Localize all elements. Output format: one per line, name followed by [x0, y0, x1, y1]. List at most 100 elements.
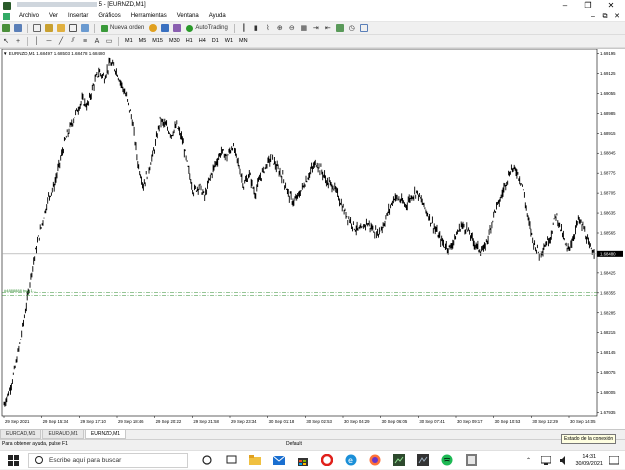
status-bar: Para obtener ayuda, pulse F1 Default: [0, 439, 625, 449]
menu-graficos[interactable]: Gráficos: [93, 11, 125, 22]
metatrader-alt-icon[interactable]: [416, 453, 430, 467]
period-m15[interactable]: M15: [149, 38, 166, 44]
firefox-icon[interactable]: [368, 453, 382, 467]
metaeditor-icon[interactable]: [148, 23, 158, 33]
market-watch-icon[interactable]: [32, 23, 42, 33]
y-tick-label: 1.68565: [600, 231, 616, 236]
x-tick-label: 29 Sep 23:34: [231, 419, 257, 424]
zoom-in-icon[interactable]: ⊕: [275, 23, 285, 33]
menu-insertar[interactable]: Insertar: [63, 11, 93, 22]
y-tick-label: 1.68985: [600, 111, 616, 116]
network-icon[interactable]: [539, 454, 553, 468]
x-tick-label: 30 Sep 01:18: [269, 419, 295, 424]
metatrader-icon[interactable]: [392, 453, 406, 467]
menu-archivo[interactable]: Archivo: [14, 11, 44, 22]
chart-shift-icon[interactable]: ⇤: [323, 23, 333, 33]
periods-icon[interactable]: ◷: [347, 23, 357, 33]
taskbar-search-box[interactable]: Escribe aquí para buscar: [28, 452, 188, 468]
vertical-line-icon[interactable]: │: [32, 36, 42, 46]
x-tick-label: 29 Sep 15:34: [43, 419, 69, 424]
autoscroll-icon[interactable]: ⇥: [311, 23, 321, 33]
trendline-icon[interactable]: ╱: [56, 36, 66, 46]
period-h1[interactable]: H1: [183, 38, 196, 44]
tab-eurnzd[interactable]: EURNZD,M1: [84, 430, 127, 439]
period-mn[interactable]: MN: [236, 38, 251, 44]
file-explorer-icon[interactable]: [248, 453, 262, 467]
separator: [27, 23, 28, 33]
period-m1[interactable]: M1: [122, 38, 136, 44]
taskbar-clock[interactable]: 14:31 30/09/2021: [575, 454, 603, 468]
document-app-icon[interactable]: [464, 453, 478, 467]
chart-window[interactable]: 1.69195 1.69125 1.69055 1.68985 1.68915 1.688…: [0, 48, 625, 430]
y-tick-label: 1.67935: [600, 410, 616, 415]
terminal-icon[interactable]: [68, 23, 78, 33]
task-view-icon[interactable]: [224, 453, 238, 467]
profiles-icon[interactable]: [13, 23, 23, 33]
menu-bar: Archivo Ver Insertar Gráficos Herramient…: [0, 11, 625, 22]
spotify-icon[interactable]: [440, 453, 454, 467]
market-icon[interactable]: [172, 23, 182, 33]
menu-ventana[interactable]: Ventana: [172, 11, 204, 22]
period-m5[interactable]: M5: [136, 38, 150, 44]
search-icon: [35, 456, 43, 464]
windows-start-icon[interactable]: [6, 453, 20, 467]
tile-windows-icon[interactable]: ▦: [299, 23, 309, 33]
profile-name[interactable]: Default: [286, 440, 302, 449]
volume-icon[interactable]: [557, 454, 571, 468]
strategy-tester-icon[interactable]: [80, 23, 90, 33]
child-restore-button[interactable]: ⧉: [600, 11, 610, 22]
period-w1[interactable]: W1: [222, 38, 236, 44]
menu-ver[interactable]: Ver: [44, 11, 63, 22]
y-tick-label: 1.69055: [600, 91, 616, 96]
child-minimize-button[interactable]: –: [588, 11, 598, 22]
y-tick-label: 1.68915: [600, 131, 616, 136]
tab-euraud[interactable]: EURAUD,M1: [42, 430, 84, 439]
cortana-icon[interactable]: [200, 453, 214, 467]
opera-icon[interactable]: [320, 453, 334, 467]
child-close-button[interactable]: ✕: [612, 11, 622, 22]
data-window-icon[interactable]: [44, 23, 54, 33]
crosshair-icon[interactable]: +: [13, 36, 23, 46]
fibonacci-icon[interactable]: ≡: [80, 36, 90, 46]
signals-icon[interactable]: [160, 23, 170, 33]
new-order-button[interactable]: Nueva orden: [99, 23, 146, 33]
bar-chart-icon[interactable]: ┃: [239, 23, 249, 33]
clock-time: 14:31: [582, 453, 597, 460]
y-tick-label: 1.68075: [600, 370, 616, 375]
autotrading-button[interactable]: AutoTrading: [184, 23, 229, 33]
notifications-icon[interactable]: [607, 454, 621, 468]
maximize-button[interactable]: ❐: [578, 0, 598, 11]
tab-eurcad[interactable]: EURCAD,M1: [0, 430, 42, 439]
minimize-button[interactable]: –: [555, 0, 575, 11]
channel-icon[interactable]: ⫽: [68, 36, 78, 46]
period-h4[interactable]: H4: [196, 38, 209, 44]
templates-icon[interactable]: [359, 23, 369, 33]
chevron-up-icon[interactable]: ⌃: [521, 454, 535, 468]
redacted-account: [17, 2, 97, 8]
store-icon[interactable]: [296, 453, 310, 467]
text-icon[interactable]: A: [92, 36, 102, 46]
edge-icon[interactable]: e: [344, 453, 358, 467]
candlestick-icon[interactable]: ▮: [251, 23, 261, 33]
line-chart-icon[interactable]: ⌇: [263, 23, 273, 33]
menu-ayuda[interactable]: Ayuda: [204, 11, 231, 22]
indicators-icon[interactable]: [335, 23, 345, 33]
cursor-icon[interactable]: ↖: [1, 36, 11, 46]
zoom-out-icon[interactable]: ⊖: [287, 23, 297, 33]
price-chart[interactable]: 1.69195 1.69125 1.69055 1.68985 1.68915 1.688…: [0, 49, 625, 430]
y-tick-label: 1.68425: [600, 270, 616, 275]
new-chart-icon[interactable]: [1, 23, 11, 33]
horizontal-line-icon[interactable]: ─: [44, 36, 54, 46]
x-tick-label: 30 Sep 14:05: [570, 419, 596, 424]
menu-herramientas[interactable]: Herramientas: [126, 11, 172, 22]
svg-text:e: e: [348, 456, 353, 465]
close-button[interactable]: ✕: [601, 0, 621, 11]
period-m30[interactable]: M30: [166, 38, 183, 44]
y-tick-label: 1.68635: [600, 211, 616, 216]
navigator-icon[interactable]: [56, 23, 66, 33]
label-icon[interactable]: ▭: [104, 36, 114, 46]
mail-icon[interactable]: [272, 453, 286, 467]
period-d1[interactable]: D1: [209, 38, 222, 44]
system-tray: ⌃ 14:31 30/09/2021: [521, 451, 621, 470]
x-tick-label: 30 Sep 09:17: [457, 419, 483, 424]
